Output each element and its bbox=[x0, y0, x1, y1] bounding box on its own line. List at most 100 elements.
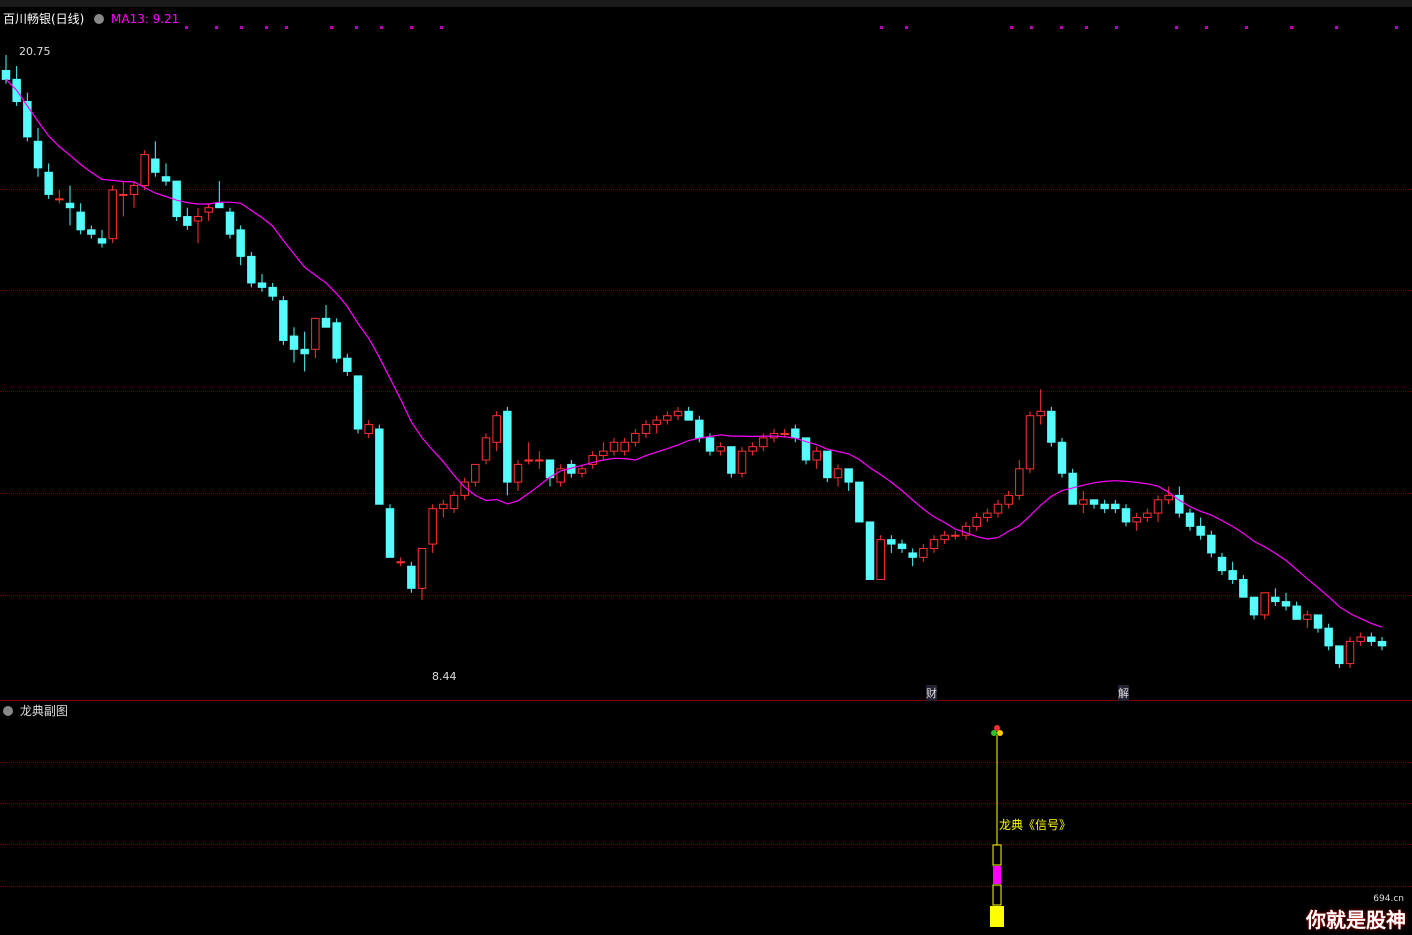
candle-body bbox=[748, 446, 757, 452]
top-marker-dot bbox=[1290, 26, 1293, 29]
signal-dot-icon bbox=[994, 725, 1000, 731]
candle-body bbox=[471, 463, 480, 483]
top-marker-dot bbox=[905, 26, 908, 29]
candle-body bbox=[407, 565, 416, 589]
candle-body bbox=[993, 503, 1003, 514]
top-marker-dot bbox=[1010, 26, 1013, 29]
candle-body bbox=[1025, 415, 1035, 470]
top-marker-dot bbox=[1245, 26, 1248, 29]
top-marker-dot bbox=[240, 26, 243, 29]
candle-body bbox=[780, 432, 789, 435]
candle-body bbox=[204, 207, 213, 213]
candle-body bbox=[87, 229, 96, 235]
top-marker-dot bbox=[1335, 26, 1338, 29]
candle-body bbox=[1185, 512, 1195, 527]
candle-body bbox=[844, 468, 853, 483]
candle-body bbox=[1313, 614, 1323, 629]
candle-body bbox=[513, 463, 523, 483]
candle-body bbox=[1281, 601, 1291, 607]
candle-body bbox=[972, 517, 981, 527]
candle-body bbox=[919, 547, 928, 558]
candle-body bbox=[887, 539, 896, 545]
candle-body bbox=[151, 158, 160, 173]
candle-body bbox=[620, 441, 629, 452]
candlestick-chart[interactable] bbox=[0, 0, 1412, 935]
top-marker-dot bbox=[215, 26, 218, 29]
candle-body bbox=[1345, 640, 1355, 665]
candle-body bbox=[833, 468, 843, 479]
top-marker-dot bbox=[380, 26, 383, 29]
candle-body bbox=[503, 410, 512, 483]
candle-body bbox=[396, 561, 405, 564]
candle-body bbox=[727, 446, 736, 474]
candle-body bbox=[823, 450, 832, 479]
candle-body bbox=[1207, 534, 1216, 554]
candle-body bbox=[215, 202, 224, 209]
candle-body bbox=[1239, 578, 1248, 598]
candle-body bbox=[641, 424, 651, 434]
candle-body bbox=[1111, 503, 1120, 510]
candle-body bbox=[492, 415, 501, 443]
candle-body bbox=[1377, 640, 1387, 647]
candle-body bbox=[951, 534, 960, 537]
candle-body bbox=[1271, 596, 1280, 603]
candle-body bbox=[108, 189, 117, 240]
candle-body bbox=[876, 539, 885, 580]
candle-body bbox=[417, 547, 427, 589]
candle-body bbox=[97, 238, 107, 244]
candle-body bbox=[940, 534, 949, 541]
top-marker-dot bbox=[440, 26, 443, 29]
candle-body bbox=[236, 229, 245, 257]
candle-body bbox=[481, 437, 491, 461]
ma13-line bbox=[5, 78, 1383, 628]
candle-body bbox=[865, 521, 875, 580]
candle-body bbox=[353, 375, 363, 430]
candle-body bbox=[193, 216, 203, 222]
candle-body bbox=[1324, 627, 1333, 647]
top-marker-dot bbox=[410, 26, 413, 29]
candle-body bbox=[855, 481, 864, 523]
candle-body bbox=[321, 317, 331, 328]
candle-body bbox=[119, 193, 128, 196]
candle-body bbox=[428, 508, 437, 545]
candle-body bbox=[983, 512, 992, 519]
candle-body bbox=[1164, 494, 1173, 501]
top-marker-dot bbox=[1205, 26, 1208, 29]
candle-body bbox=[599, 450, 608, 457]
candle-body bbox=[737, 450, 747, 474]
top-marker-dot bbox=[1060, 26, 1063, 29]
candle-body bbox=[449, 494, 459, 510]
candle-body bbox=[364, 424, 373, 434]
candle-body bbox=[343, 357, 352, 372]
candle-body bbox=[1004, 494, 1013, 505]
candle-body bbox=[140, 154, 149, 187]
top-marker-dot bbox=[1395, 26, 1398, 29]
candle-body bbox=[55, 198, 64, 201]
candle-body bbox=[609, 441, 619, 452]
candle-body bbox=[1217, 556, 1227, 572]
candle-body bbox=[385, 508, 395, 558]
candle-body bbox=[695, 419, 704, 439]
candle-body bbox=[535, 459, 544, 462]
candle-body bbox=[1335, 645, 1344, 665]
top-marker-dot bbox=[1085, 26, 1088, 29]
signal-bar-outline bbox=[992, 884, 1002, 906]
signal-dot-icon bbox=[991, 730, 997, 736]
top-marker-dot bbox=[185, 26, 188, 29]
candle-body bbox=[311, 317, 320, 350]
watermark: 694.cn 你就是股神 bbox=[1306, 894, 1406, 932]
candle-body bbox=[1079, 499, 1088, 505]
candle-body bbox=[1249, 596, 1259, 616]
candle-body bbox=[225, 211, 235, 235]
candle-body bbox=[759, 437, 768, 448]
candle-body bbox=[1260, 592, 1269, 616]
candle-body bbox=[279, 300, 288, 341]
top-marker-dot bbox=[265, 26, 268, 29]
candle-body bbox=[44, 171, 53, 195]
candle-body bbox=[908, 552, 917, 558]
candle-body bbox=[1356, 636, 1365, 642]
candle-body bbox=[1, 69, 11, 80]
top-marker-dot bbox=[880, 26, 883, 29]
candle-body bbox=[257, 282, 267, 288]
signal-bar-magenta bbox=[993, 866, 1001, 884]
